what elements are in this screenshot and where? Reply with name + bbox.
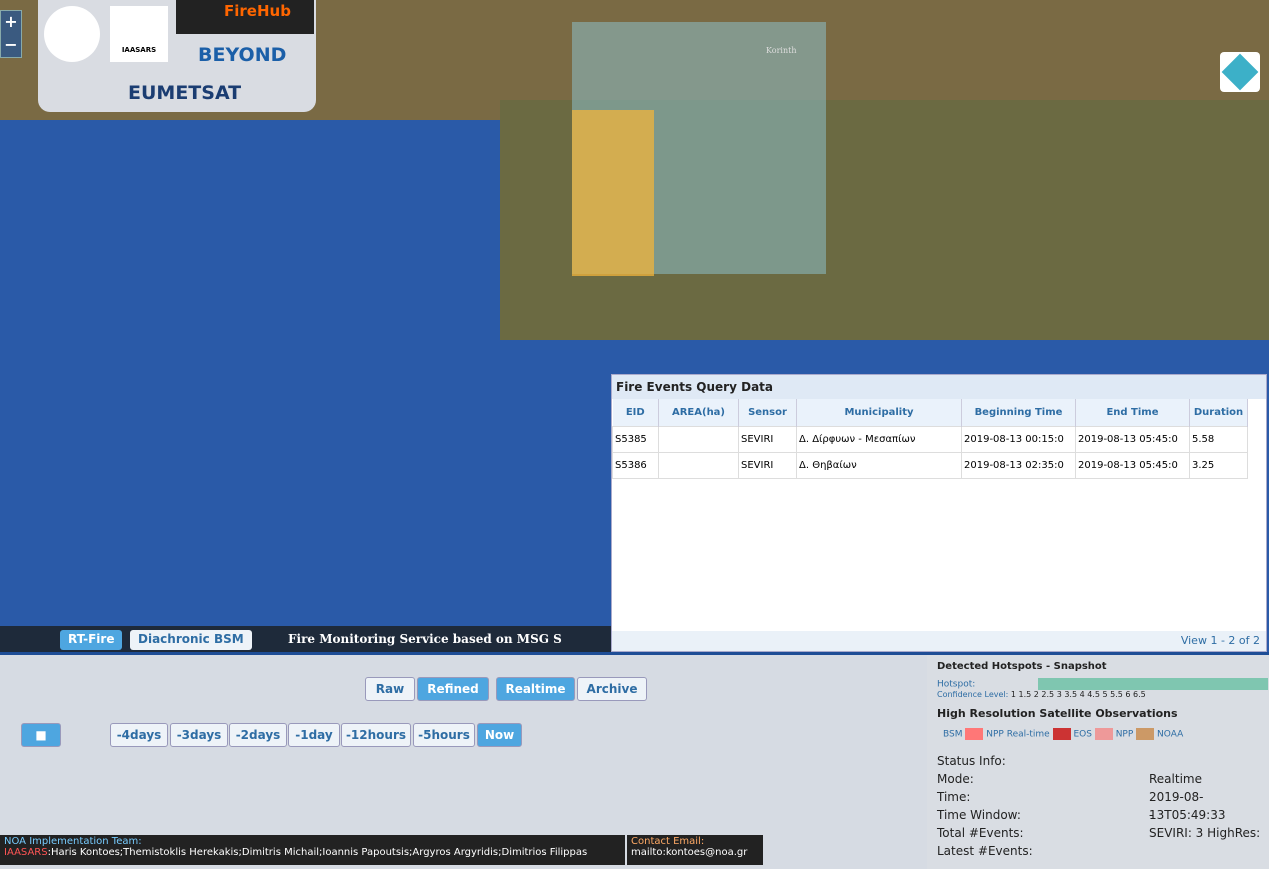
cell: S5385: [612, 425, 659, 453]
eumetsat-logo: EUMETSAT: [128, 82, 242, 104]
place-label: Korinth: [766, 46, 797, 55]
table-footer: View 1 - 2 of 2: [612, 631, 1266, 651]
status-totv: SEVIRI: 3 HighRes:: [1149, 826, 1261, 840]
cell: 5.58: [1189, 425, 1248, 453]
col-2[interactable]: Sensor: [738, 399, 797, 426]
times-6-button[interactable]: Now: [477, 723, 522, 747]
npp2-swatch: [1136, 728, 1155, 740]
hotspot-label: Hotspot:: [937, 679, 976, 690]
confidence-label: Confidence Level:: [937, 690, 1009, 699]
col-1[interactable]: AREA(ha): [658, 399, 739, 426]
zoom-control: + −: [0, 10, 22, 58]
col-4[interactable]: Beginning Time: [961, 399, 1076, 426]
beyond-logo: BEYOND: [198, 44, 287, 66]
modes-3-button[interactable]: Archive: [577, 677, 647, 701]
cell: [658, 425, 739, 453]
status-twv: -: [1149, 808, 1154, 822]
noa-logo: [44, 6, 100, 62]
fire-events-panel: Fire Events Query Data EID AREA(ha) Sensor…: [611, 374, 1267, 652]
times-2-button[interactable]: -2days: [229, 723, 287, 747]
bsm-label: BSM: [943, 729, 963, 740]
eos-swatch: [1094, 728, 1113, 740]
eos-label: EOS: [1073, 729, 1092, 740]
modes-2-button[interactable]: Realtime: [496, 677, 575, 701]
cell: 3.25: [1189, 451, 1248, 479]
play-button[interactable]: ■: [21, 723, 61, 747]
col-6[interactable]: Duration: [1189, 399, 1248, 426]
status-timev: 2019-08-13T05:49:33: [1149, 790, 1226, 822]
modes-1-button[interactable]: Refined: [417, 677, 489, 701]
col-0[interactable]: EID: [612, 399, 659, 426]
npp2-label: NPP: [1115, 729, 1134, 740]
cell: 2019-08-13 05:45:0: [1075, 425, 1190, 453]
zoom-in-button[interactable]: +: [1, 11, 21, 34]
hotspot-cluster[interactable]: [572, 110, 654, 276]
contact-info: Contact Email: mailto:kontoes@noa.gr: [627, 835, 763, 865]
firehub-logo: FireHub: [176, 0, 314, 34]
banner-title: Fire Monitoring Service based on MSG S: [288, 632, 562, 646]
col-3[interactable]: Municipality: [796, 399, 962, 426]
team-info: NOA Implementation Team: IAASARS:Haris Ko…: [0, 835, 625, 865]
team-org: IAASARS: [4, 847, 48, 858]
team-names: :Haris Kontoes;Themistoklis Herekakis;Di…: [47, 847, 588, 858]
cell: Δ. Δίρφυων - Μεσαπίων: [796, 425, 962, 453]
contact-email[interactable]: mailto:kontoes@noa.gr: [631, 847, 759, 858]
times-1-button[interactable]: -3days: [170, 723, 228, 747]
cell: SEVIRI: [738, 451, 797, 479]
iaasars-logo: IAASARS: [110, 6, 168, 62]
status-mode: Mode:: [937, 772, 974, 786]
layers-button[interactable]: [1220, 52, 1260, 92]
times-3-button[interactable]: -1day: [288, 723, 340, 747]
status-modev: Realtime: [1149, 772, 1202, 786]
tab-rt-fire[interactable]: RT-Fire: [60, 630, 123, 650]
tab-bar: RT-Fire Diachronic BSM Fire Monitoring S…: [0, 626, 611, 652]
tab-diachronic-bsm[interactable]: Diachronic BSM: [130, 630, 252, 650]
times-5-button[interactable]: -5hours: [413, 723, 475, 747]
panel-title: Fire Events Query Data: [612, 375, 1266, 399]
times-4-button[interactable]: -12hours: [341, 723, 411, 747]
status-tw: Time Window:: [937, 808, 1021, 822]
status-tot: Total #Events:: [937, 826, 1024, 840]
rt-label: Real-time: [1006, 729, 1050, 740]
table-row[interactable]: S5386 SEVIRI Δ. Θηβαίων 2019-08-13 02:35:0 2…: [612, 451, 1248, 479]
cell: S5386: [612, 451, 659, 479]
logo-panel: IAASARS FireHub BEYOND EUMETSAT: [38, 0, 316, 112]
events-table: EID AREA(ha) Sensor Municipality Beginning T…: [612, 399, 1248, 479]
cell: 2019-08-13 02:35:0: [961, 451, 1076, 479]
col-5[interactable]: End Time: [1075, 399, 1190, 426]
npp-label: NPP: [986, 729, 1004, 740]
cell: 2019-08-13 05:45:0: [1075, 451, 1190, 479]
team-title: NOA Implementation Team:: [4, 836, 142, 847]
layers-icon: [1221, 53, 1259, 91]
bsm-swatch: [965, 728, 984, 740]
modes-0-button[interactable]: Raw: [365, 677, 415, 701]
confidence-levels: 1 1.5 2 2.5 3 3.5 4 4.5 5 5.5 6 6.5: [1010, 690, 1146, 699]
hotspot-scale: [1038, 678, 1269, 690]
status-title: Status Info:: [937, 754, 1006, 768]
cell: SEVIRI: [738, 425, 797, 453]
cell: Δ. Θηβαίων: [796, 451, 962, 479]
status-time: Time:: [937, 790, 971, 804]
times-0-button[interactable]: -4days: [110, 723, 168, 747]
contact-title: Contact Email:: [631, 836, 705, 847]
table-row[interactable]: S5385 SEVIRI Δ. Δίρφυων - Μεσαπίων 2019-08-…: [612, 425, 1248, 453]
rt-swatch: [1052, 728, 1071, 740]
info-panel: Detected Hotspots - Snapshot Hotspot: Co…: [927, 655, 1269, 869]
cell: [658, 451, 739, 479]
legend-title: Detected Hotspots - Snapshot: [937, 661, 1107, 672]
cell: 2019-08-13 00:15:0: [961, 425, 1076, 453]
zoom-out-button[interactable]: −: [1, 34, 21, 57]
status-lat: Latest #Events:: [937, 844, 1033, 858]
hr-title: High Resolution Satellite Observations: [937, 707, 1178, 720]
noaa-label: NOAA: [1157, 729, 1184, 740]
